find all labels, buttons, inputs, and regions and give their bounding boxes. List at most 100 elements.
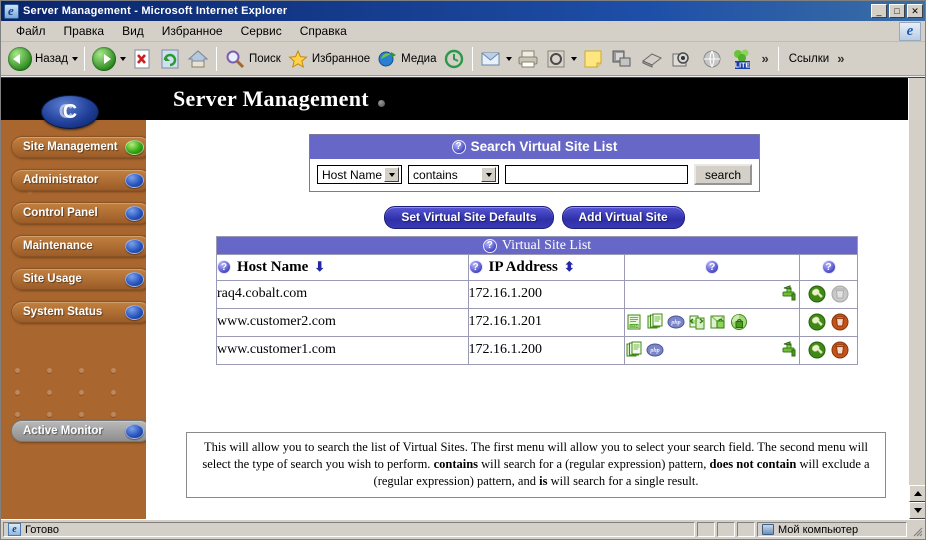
- wrench-icon[interactable]: [808, 341, 826, 359]
- search-field-select[interactable]: Host Name: [317, 165, 403, 184]
- help-text-box: This will allow you to search the list o…: [186, 432, 886, 498]
- wrench-icon[interactable]: [808, 285, 826, 303]
- minimize-button[interactable]: _: [871, 4, 887, 18]
- maximize-button[interactable]: □: [889, 4, 905, 18]
- column-header-host-name[interactable]: ? Host Name ⬇: [216, 253, 469, 281]
- page-scrollbar[interactable]: [908, 78, 925, 519]
- messenger-button[interactable]: [607, 43, 637, 74]
- help-icon[interactable]: ?: [451, 139, 466, 154]
- lite-button[interactable]: LITE: [727, 43, 757, 74]
- sidebar-item-site-management[interactable]: Site Management: [11, 136, 151, 158]
- status-bulb-icon: [125, 140, 144, 155]
- sidebar-item-maintenance[interactable]: Maintenance: [11, 235, 151, 257]
- menu-item-view[interactable]: Вид: [113, 22, 153, 40]
- help-icon[interactable]: ?: [821, 260, 836, 274]
- sidebar-item-site-usage[interactable]: Site Usage: [11, 268, 151, 290]
- sidebar-item-system-status[interactable]: System Status: [11, 301, 151, 323]
- menu-item-edit[interactable]: Правка: [55, 22, 114, 40]
- research-button[interactable]: [667, 43, 697, 74]
- back-dropdown-icon[interactable]: [71, 45, 80, 73]
- page-title: Server Management: [173, 86, 369, 111]
- forward-button[interactable]: [89, 43, 119, 74]
- help-icon[interactable]: ?: [482, 238, 497, 253]
- help-text-bold2: does not contain: [709, 456, 797, 471]
- sort-toggle-icon[interactable]: ⬍: [564, 259, 575, 275]
- sort-descending-icon[interactable]: ⬇: [314, 259, 325, 275]
- window-controls: _ □ ✕: [871, 4, 923, 18]
- refresh-button[interactable]: [156, 43, 184, 74]
- trash-icon[interactable]: [831, 341, 849, 359]
- virtual-site-list: ? Virtual Site List ? Host Name ⬇ ? IP A…: [216, 236, 858, 365]
- help-icon[interactable]: ?: [217, 260, 231, 274]
- forward-dropdown-icon[interactable]: [119, 45, 128, 73]
- php-icon[interactable]: php: [646, 341, 664, 359]
- stop-icon: [134, 49, 150, 68]
- window-title: Server Management - Microsoft Internet E…: [23, 5, 288, 17]
- action-buttons: Set Virtual Site Defaults Add Virtual Si…: [309, 206, 760, 229]
- mail-button[interactable]: [477, 43, 505, 74]
- search-field-value: Host Name: [322, 167, 383, 182]
- pages-icon[interactable]: [625, 341, 643, 359]
- table-row[interactable]: www.customer2.com 172.16.1.201 1234 php: [216, 307, 858, 337]
- edit-dropdown-icon[interactable]: [570, 45, 579, 73]
- search-button[interactable]: search: [694, 164, 752, 185]
- sidebar-item-control-panel[interactable]: Control Panel: [11, 202, 151, 224]
- search-button[interactable]: Поиск: [221, 43, 284, 74]
- search-operator-select[interactable]: contains: [408, 165, 499, 184]
- toolbar-overflow-button[interactable]: »: [757, 51, 774, 66]
- faucet-icon[interactable]: [781, 341, 799, 359]
- links-overflow-button[interactable]: »: [832, 51, 849, 66]
- cgi-icon[interactable]: 1234: [625, 313, 643, 331]
- help-icon[interactable]: ?: [468, 260, 483, 274]
- print-button[interactable]: [514, 43, 542, 74]
- back-button[interactable]: Назад: [5, 43, 71, 74]
- sidebar-item-active-monitor[interactable]: Active Monitor: [11, 420, 151, 442]
- search-input[interactable]: [505, 165, 688, 184]
- ssl-icon[interactable]: [709, 313, 727, 331]
- menu-item-help[interactable]: Справка: [291, 22, 356, 40]
- php-icon[interactable]: php: [667, 313, 685, 331]
- close-button[interactable]: ✕: [907, 4, 923, 18]
- help-icon[interactable]: ?: [705, 260, 720, 274]
- add-virtual-site-button[interactable]: Add Virtual Site: [561, 206, 685, 229]
- menu-item-favorites[interactable]: Избранное: [153, 22, 232, 40]
- status-message-pane: Готово: [3, 522, 695, 537]
- scroll-up-button[interactable]: [909, 485, 925, 502]
- table-title-cell: ? Virtual Site List: [216, 236, 858, 255]
- faucet-icon[interactable]: [781, 285, 799, 303]
- media-button[interactable]: Медиа: [373, 43, 439, 74]
- column-header-ip-address[interactable]: ? IP Address ⬍: [467, 253, 626, 281]
- toolbar-separator-3: [471, 46, 473, 71]
- stop-button[interactable]: [128, 43, 156, 74]
- home-button[interactable]: [184, 43, 212, 74]
- set-virtual-site-defaults-button[interactable]: Set Virtual Site Defaults: [384, 206, 554, 229]
- scroll-down-button[interactable]: [909, 502, 925, 519]
- secure-icon[interactable]: [730, 313, 748, 331]
- chevron-down-icon[interactable]: [384, 167, 400, 182]
- sidebar-item-administrator[interactable]: Administrator: [11, 169, 151, 191]
- trash-icon[interactable]: [831, 313, 849, 331]
- links-button[interactable]: Ссылки: [783, 43, 833, 74]
- search-operator-value: contains: [413, 167, 458, 182]
- security-zone-pane[interactable]: Мой компьютер: [757, 522, 907, 537]
- globe-button[interactable]: [697, 43, 727, 74]
- mail-dropdown-icon[interactable]: [505, 45, 514, 73]
- cell-ip-address: 172.16.1.201: [467, 307, 626, 337]
- resize-grip[interactable]: [909, 522, 923, 537]
- history-icon: [444, 49, 463, 68]
- edit-button[interactable]: [542, 43, 570, 74]
- encyclopedia-button[interactable]: [637, 43, 667, 74]
- wrench-icon[interactable]: [808, 313, 826, 331]
- table-row[interactable]: raq4.cobalt.com 172.16.1.200: [216, 279, 858, 309]
- table-title: Virtual Site List: [501, 237, 592, 253]
- pages-icon[interactable]: [646, 313, 664, 331]
- history-button[interactable]: [440, 43, 468, 74]
- transfer-icon[interactable]: [688, 313, 706, 331]
- favorites-button[interactable]: Избранное: [284, 43, 373, 74]
- column-label: IP Address: [488, 258, 558, 275]
- menu-item-file[interactable]: Файл: [7, 22, 55, 40]
- menu-item-tools[interactable]: Сервис: [232, 22, 291, 40]
- notes-button[interactable]: [579, 43, 607, 74]
- chevron-down-icon[interactable]: [481, 167, 496, 182]
- table-row[interactable]: www.customer1.com 172.16.1.200 php: [216, 335, 858, 365]
